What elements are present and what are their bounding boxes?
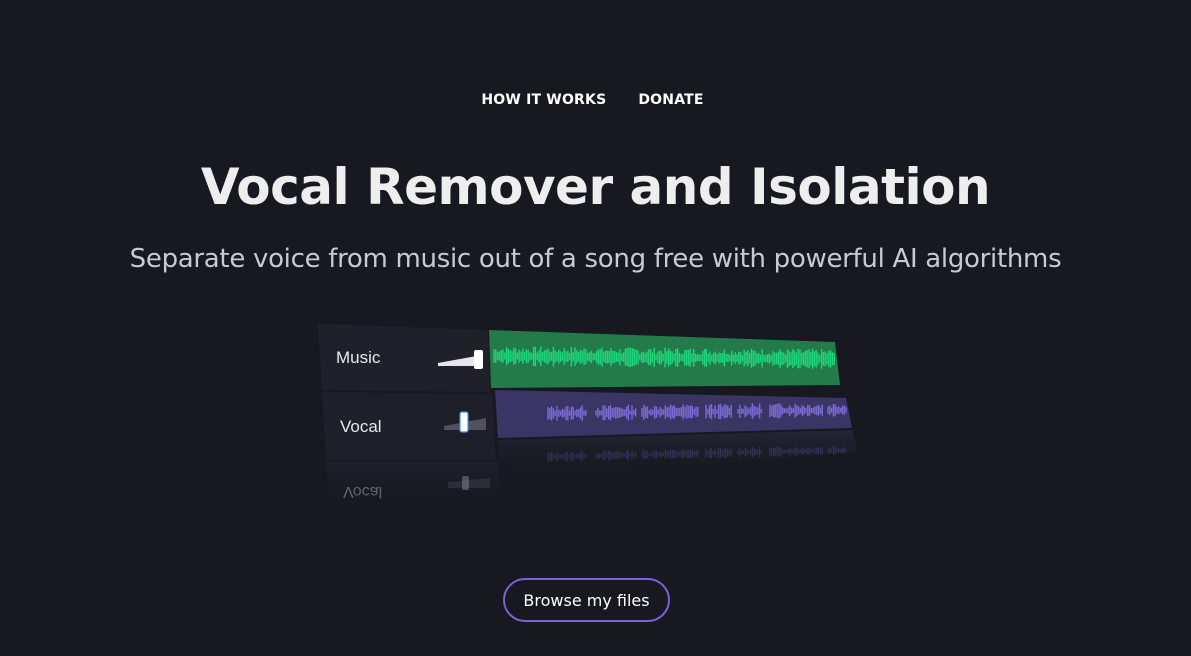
page-title: Vocal Remover and Isolation [200, 158, 991, 216]
vocal-label-reflection: Vocal [343, 483, 383, 500]
browse-files-button[interactable]: Browse my files [503, 578, 670, 622]
reflection-slider-handle [462, 476, 469, 490]
mixer-graphic [318, 324, 858, 512]
music-track-label: Music [336, 348, 381, 367]
nav-how-it-works[interactable]: HOW IT WORKS [481, 92, 606, 108]
top-nav: HOW IT WORKS DONATE [0, 92, 1191, 108]
nav-donate[interactable]: DONATE [638, 92, 703, 108]
page: HOW IT WORKS DONATE Vocal Remover and Is… [0, 0, 1191, 656]
music-slider-handle [474, 350, 483, 369]
mixer-illustration: Music Vocal Vocal [318, 322, 858, 512]
vocal-slider-handle [459, 411, 469, 433]
page-subtitle: Separate voice from music out of a song … [129, 244, 1062, 274]
vocal-track-label: Vocal [340, 417, 382, 436]
